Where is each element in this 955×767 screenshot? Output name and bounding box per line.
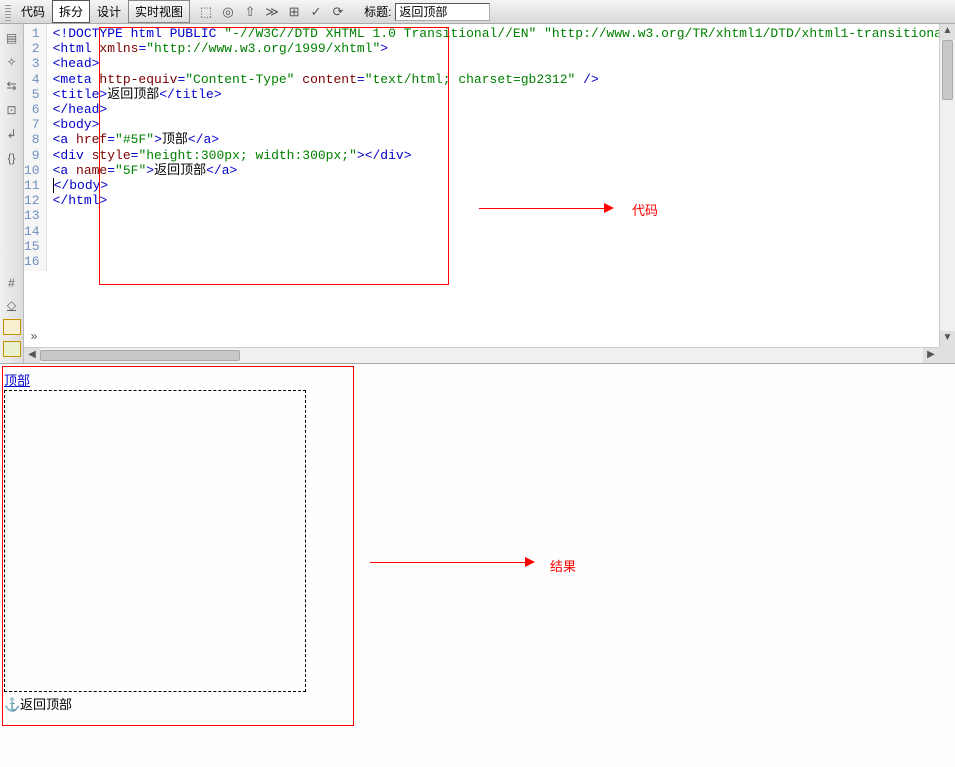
color-box-icon[interactable] bbox=[3, 319, 21, 335]
scroll-left-icon[interactable]: ◀ bbox=[24, 348, 40, 363]
browser-icon[interactable]: ◎ bbox=[220, 4, 236, 20]
scroll-thumb-v[interactable] bbox=[942, 40, 953, 100]
annotation-arrow-result bbox=[370, 562, 525, 563]
preview-empty-div bbox=[4, 390, 306, 692]
highlight-icon[interactable]: ◇ bbox=[4, 297, 20, 313]
view-tabs: 代码 拆分 设计 实时视图 bbox=[2, 0, 190, 23]
scroll-up-icon[interactable]: ▲ bbox=[940, 24, 955, 40]
scroll-corner bbox=[939, 347, 955, 363]
toolbar-icons: ⬚ ◎ ⇧ ≫ ⊞ ✓ ⟳ bbox=[198, 4, 346, 20]
preview-content: 顶部 ⚓ 返回顶部 bbox=[4, 370, 354, 725]
open-docs-icon[interactable]: ▤ bbox=[4, 30, 20, 46]
horizontal-scrollbar[interactable]: ◀ ▶ bbox=[24, 347, 939, 363]
tab-design[interactable]: 设计 bbox=[90, 1, 128, 22]
upload-icon[interactable]: ⇧ bbox=[242, 4, 258, 20]
expand-pane-icon[interactable]: » bbox=[26, 329, 42, 345]
top-toolbar: 代码 拆分 设计 实时视图 ⬚ ◎ ⇧ ≫ ⊞ ✓ ⟳ 标题: bbox=[0, 0, 955, 24]
scroll-down-icon[interactable]: ▼ bbox=[940, 331, 955, 347]
line-number-gutter: 1 2 3 4 5 6 7 8 9 10 11 12 13 14 15 16 bbox=[24, 24, 47, 271]
color-box2-icon[interactable] bbox=[3, 341, 21, 357]
tab-live-view[interactable]: 实时视图 bbox=[128, 0, 190, 23]
line-numbers-icon[interactable]: # bbox=[4, 275, 20, 291]
drag-handle-icon bbox=[5, 3, 11, 21]
visual-aids-icon[interactable]: ⊞ bbox=[286, 4, 302, 20]
code-lines[interactable]: <!DOCTYPE html PUBLIC "-//W3C//DTD XHTML… bbox=[47, 24, 955, 271]
scroll-thumb-h[interactable] bbox=[40, 350, 240, 361]
tag-icon[interactable]: ≫ bbox=[264, 4, 280, 20]
wand-icon[interactable]: ✧ bbox=[4, 54, 20, 70]
preview-top-link[interactable]: 顶部 bbox=[4, 373, 30, 388]
inspect-icon[interactable]: ⬚ bbox=[198, 4, 214, 20]
refresh-icon[interactable]: ⟳ bbox=[330, 4, 346, 20]
side-toolbar: ▤ ✧ ⇆ ⊡ ↲ {} # ◇ bbox=[0, 24, 24, 363]
code-workspace: ▤ ✧ ⇆ ⊡ ↲ {} # ◇ 1 2 3 4 5 6 7 8 9 10 11… bbox=[0, 24, 955, 364]
preview-anchor-text: 返回顶部 bbox=[20, 694, 72, 713]
check-icon[interactable]: ✓ bbox=[308, 4, 324, 20]
scroll-right-icon[interactable]: ▶ bbox=[923, 348, 939, 363]
code-editor-pane: 1 2 3 4 5 6 7 8 9 10 11 12 13 14 15 16 <… bbox=[24, 24, 955, 363]
code-inner[interactable]: 1 2 3 4 5 6 7 8 9 10 11 12 13 14 15 16 <… bbox=[24, 24, 955, 271]
title-label: 标题: bbox=[364, 3, 391, 20]
annotation-arrowhead-result bbox=[525, 557, 535, 567]
collapse-icon[interactable]: ⇆ bbox=[4, 78, 20, 94]
select-parent-icon[interactable]: ⊡ bbox=[4, 102, 20, 118]
anchor-icon: ⚓ bbox=[4, 697, 18, 711]
title-input[interactable] bbox=[395, 3, 490, 21]
title-group: 标题: bbox=[364, 3, 490, 21]
tab-split[interactable]: 拆分 bbox=[52, 0, 90, 23]
vertical-scrollbar[interactable]: ▲ ▼ bbox=[939, 24, 955, 347]
wrap-icon[interactable]: ↲ bbox=[4, 126, 20, 142]
preview-anchor-row: ⚓ 返回顶部 bbox=[4, 694, 354, 713]
preview-pane: 顶部 ⚓ 返回顶部 结果 bbox=[0, 364, 955, 767]
annotation-label-result: 结果 bbox=[550, 556, 576, 575]
tab-code[interactable]: 代码 bbox=[14, 1, 52, 22]
balance-braces-icon[interactable]: {} bbox=[4, 150, 20, 166]
